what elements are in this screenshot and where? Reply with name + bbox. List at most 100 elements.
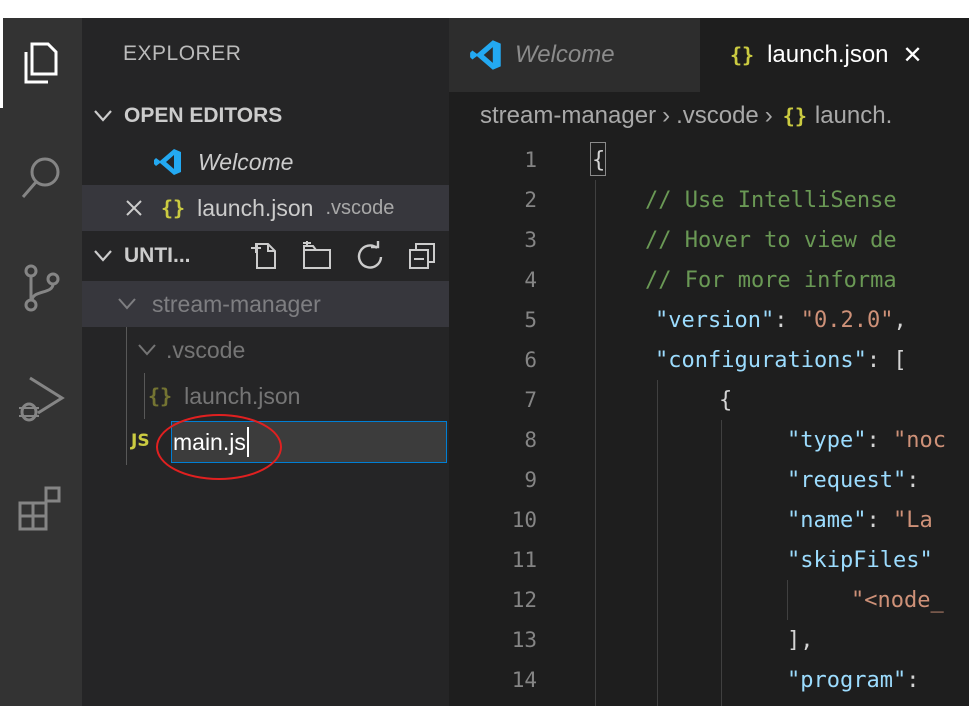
breadcrumb-separator: › (662, 102, 671, 129)
line-number: 4 (524, 268, 537, 292)
workspace-label: UNTI... (124, 244, 191, 267)
json-key: "program" (787, 667, 907, 693)
line-number: 3 (524, 228, 537, 252)
json-key: "version" (655, 307, 775, 333)
refresh-icon[interactable] (355, 241, 385, 271)
run-debug-icon[interactable] (0, 363, 82, 433)
json-key: "configurations" (655, 347, 867, 373)
chevron-down-icon (138, 344, 162, 356)
code-line: 6 "configurations": [ (449, 340, 969, 380)
activity-bar (0, 18, 82, 706)
source-control-icon[interactable] (0, 253, 82, 323)
new-folder-icon[interactable] (301, 241, 333, 271)
tab-welcome[interactable]: Welcome (449, 18, 700, 92)
json-punct: : (774, 307, 801, 333)
code-comment: // Hover to view de (592, 227, 897, 253)
json-punct: : [ (866, 347, 907, 373)
json-file-icon: {} (730, 43, 755, 67)
line-number: 9 (524, 468, 537, 492)
open-editor-welcome[interactable]: Welcome (82, 139, 449, 185)
json-key: "name" (787, 507, 867, 533)
json-punct: : (906, 467, 933, 493)
code-text: { (719, 387, 733, 413)
code-text: "skipFiles" (787, 548, 946, 573)
json-key: "request" (787, 467, 907, 493)
code-line: 5 "version": "0.2.0", (449, 300, 969, 340)
code-comment: // Use IntelliSense (592, 187, 897, 213)
new-file-name-input[interactable]: main.js (171, 421, 447, 463)
code-line: 12 "<node_ (449, 580, 969, 620)
tab-label: launch.json (767, 41, 889, 68)
code-text: "name": "La (787, 508, 933, 533)
code-line: 7 { (449, 380, 969, 420)
line-number: 6 (524, 348, 537, 372)
tab-bar: Welcome {} launch.json ✕ (449, 18, 969, 92)
explorer-icon[interactable] (0, 28, 82, 98)
json-value: "noc (892, 427, 946, 453)
open-editors-header[interactable]: OPEN EDITORS (82, 93, 449, 139)
line-number: 8 (524, 428, 537, 452)
new-file-icon[interactable] (249, 241, 279, 271)
json-key: "type" (787, 427, 867, 453)
code-comment: // For more informa (592, 267, 897, 293)
workspace-header[interactable]: UNTI... (82, 233, 449, 279)
tree-folder-vscode[interactable]: .vscode (82, 327, 449, 373)
json-key: "skipFiles" (787, 547, 933, 573)
code-text: { (592, 147, 606, 173)
line-number: 7 (524, 388, 537, 412)
sidebar-title: EXPLORER (123, 42, 242, 65)
close-icon[interactable] (125, 199, 149, 217)
folder-label: .vscode (166, 336, 246, 363)
json-file-icon: {} (782, 104, 807, 128)
line-number: 12 (511, 588, 537, 612)
line-number: 5 (524, 308, 537, 332)
search-icon[interactable] (0, 143, 82, 213)
code-text: "program": (787, 668, 933, 693)
json-punct: : (866, 427, 893, 453)
editor-area: Welcome {} launch.json ✕ stream-manager … (449, 18, 969, 706)
json-punct (933, 548, 946, 573)
breadcrumb-item[interactable]: stream-manager (480, 102, 656, 130)
extensions-icon[interactable] (0, 473, 82, 543)
line-number: 14 (511, 668, 537, 692)
line-number: 2 (524, 188, 537, 212)
tab-label: Welcome (515, 41, 615, 68)
close-tab-icon[interactable]: ✕ (903, 41, 923, 70)
folder-label: stream-manager (152, 290, 321, 317)
tab-launch-json[interactable]: {} launch.json ✕ (700, 18, 969, 92)
chevron-down-icon (118, 298, 142, 310)
open-editors-label: OPEN EDITORS (124, 104, 283, 127)
json-punct: : (906, 667, 933, 693)
code-line: 1 { (449, 140, 969, 180)
breadcrumb-item[interactable]: launch. (815, 102, 892, 130)
code-text: ], (787, 627, 814, 653)
code-line: 4 // For more informa (449, 260, 969, 300)
open-editor-label: Welcome (198, 148, 294, 175)
json-value: "<node_ (851, 587, 944, 613)
vscode-logo-icon (469, 38, 503, 72)
collapse-all-icon[interactable] (407, 241, 437, 271)
code-text: "configurations": [ (655, 348, 907, 373)
breadcrumb-separator: › (764, 102, 773, 129)
code-line: 13 ], (449, 620, 969, 660)
chevron-down-icon (86, 109, 120, 123)
tree-file-launch-json[interactable]: {} launch.json (82, 373, 449, 419)
code-line: 8 "type": "noc (449, 420, 969, 460)
text-caret (246, 427, 249, 457)
tree-folder-stream-manager[interactable]: stream-manager (82, 281, 449, 327)
open-editor-launch-json[interactable]: {} launch.json .vscode (82, 185, 449, 231)
breadcrumb-item[interactable]: .vscode (676, 102, 759, 130)
line-number: 10 (511, 508, 537, 532)
json-punct: : (866, 507, 893, 533)
code-line: 9 "request": (449, 460, 969, 500)
line-number: 1 (524, 148, 537, 172)
chevron-down-icon (86, 249, 120, 263)
workspace-actions (249, 241, 437, 271)
explorer-sidebar: EXPLORER OPEN EDITORS Welcome {} launch.… (82, 18, 449, 706)
json-file-icon: {} (148, 384, 173, 408)
json-value: "La (892, 507, 933, 533)
code-line: 3 // Hover to view de (449, 220, 969, 260)
code-editor[interactable]: 1 { 2 // Use IntelliSense 3 // Hover to … (449, 140, 969, 706)
line-number: 13 (511, 628, 537, 652)
code-line: 10 "name": "La (449, 500, 969, 540)
